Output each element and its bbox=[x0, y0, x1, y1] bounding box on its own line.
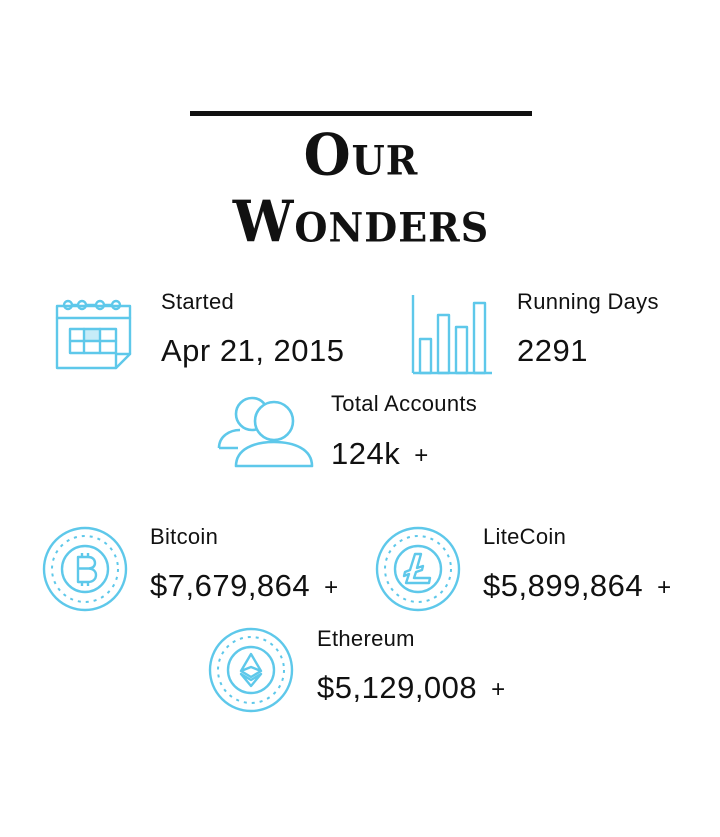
stat-litecoin-label: LiteCoin bbox=[483, 524, 567, 549]
stat-bitcoin-label: Bitcoin bbox=[150, 524, 219, 549]
stat-total-accounts-number: 124k bbox=[331, 436, 401, 471]
title-rule bbox=[190, 111, 532, 116]
calendar-icon bbox=[54, 296, 134, 370]
stat-ethereum-value: $5,129,008 + bbox=[317, 670, 506, 708]
stat-total-accounts-suffix: + bbox=[414, 441, 429, 469]
stat-running-days-label: Running Days bbox=[517, 289, 659, 314]
stat-running-days-value: 2291 bbox=[517, 333, 588, 368]
bar-chart-icon bbox=[410, 293, 494, 375]
litecoin-icon bbox=[375, 526, 461, 612]
stat-started-label: Started bbox=[161, 289, 235, 314]
bitcoin-icon bbox=[42, 526, 128, 612]
stat-started-value: Apr 21, 2015 bbox=[161, 333, 345, 368]
stat-litecoin-suffix: + bbox=[657, 573, 672, 601]
stat-total-accounts-value: 124k + bbox=[331, 436, 429, 474]
stat-bitcoin-number: $7,679,864 bbox=[150, 568, 311, 603]
stat-ethereum-label: Ethereum bbox=[317, 626, 415, 651]
stat-total-accounts-label: Total Accounts bbox=[331, 391, 478, 416]
stat-ethereum-suffix: + bbox=[491, 675, 506, 703]
stat-bitcoin-value: $7,679,864 + bbox=[150, 568, 339, 606]
page-title: Our Wonders bbox=[232, 120, 490, 256]
stat-ethereum-number: $5,129,008 bbox=[317, 670, 478, 705]
users-icon bbox=[216, 394, 316, 470]
stat-bitcoin-suffix: + bbox=[324, 573, 339, 601]
stat-litecoin-number: $5,899,864 bbox=[483, 568, 644, 603]
ethereum-icon bbox=[208, 627, 294, 713]
stat-litecoin-value: $5,899,864 + bbox=[483, 568, 672, 606]
